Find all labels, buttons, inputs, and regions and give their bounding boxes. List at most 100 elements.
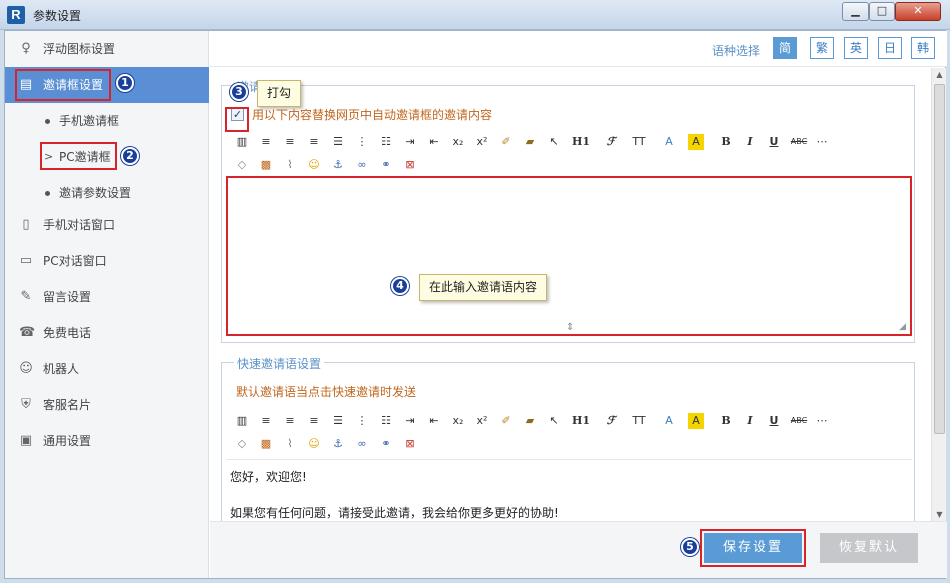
font-size-dropdown[interactable]: TT [626,134,652,150]
scrollbar-thumb[interactable] [934,84,945,434]
unlink-icon[interactable]: ⚭ [378,157,394,173]
scroll-down-icon[interactable]: ▼ [935,510,944,519]
image-icon[interactable]: ▩ [258,436,274,452]
font-color-dropdown[interactable]: A [656,413,682,429]
align-right-icon[interactable]: ≡ [306,134,322,150]
sidebar-item-message[interactable]: ✎ 留言设置 [5,279,209,315]
sidebar-item-general[interactable]: ▣ 通用设置 [5,423,209,459]
invite-text-editor[interactable]: ◢ ⇕ [226,176,912,336]
unlink-icon[interactable]: ⚭ [378,436,394,452]
drag-handle-icon[interactable]: ⇕ [566,322,574,333]
cursor-icon[interactable]: ↖ [546,134,562,150]
emoji-icon[interactable]: ☺ [306,157,322,173]
font-color-dropdown[interactable]: A [656,134,682,150]
fullscreen-icon[interactable]: ⊠ [402,157,418,173]
indent-icon[interactable]: ⇥ [402,134,418,150]
align-right-icon[interactable]: ≡ [306,413,322,429]
strikethrough-button[interactable]: ABC [786,134,812,150]
strikethrough-button[interactable]: ABC [786,413,812,429]
heading-dropdown[interactable]: H1 [568,413,594,429]
sidebar-item-floating-icon[interactable]: ♀ 浮动图标设置 [5,31,209,67]
section-legend: 快速邀请语设置 [234,355,325,372]
unordered-list-icon[interactable]: ☷ [378,413,394,429]
bold-button[interactable]: B [718,134,734,150]
horizontal-rule-icon[interactable]: ⋯ [814,413,830,429]
maximize-button[interactable]: □ [869,2,895,21]
cursor-icon[interactable]: ↖ [546,413,562,429]
vertical-scrollbar[interactable]: ▲ ▼ [931,68,946,521]
clear-format-icon[interactable]: ✐ [498,413,514,429]
source-icon[interactable]: ▥ [234,134,250,150]
horizontal-rule-icon[interactable]: ⋯ [814,134,830,150]
edit-icon: ✎ [20,289,32,304]
link-icon[interactable]: ∞ [354,157,370,173]
outdent-icon[interactable]: ⇤ [426,134,442,150]
attachment-icon[interactable]: ⌇ [282,436,298,452]
font-family-dropdown[interactable]: ℱ [598,134,624,150]
resize-grip-icon[interactable]: ◢ [899,322,906,332]
lang-korean-button[interactable]: 韩 [911,37,935,59]
lang-traditional-button[interactable]: 繁 [810,37,834,59]
align-center-icon[interactable]: ≡ [282,134,298,150]
sidebar-item-free-call[interactable]: ☎ 免费电话 [5,315,209,351]
replace-invite-option[interactable]: ✓ 用以下内容替换网页中自动邀请框的邀请内容 [230,107,492,123]
sidebar-sub-invite-params[interactable]: 邀请参数设置 [5,175,209,211]
emoji-icon[interactable]: ☺ [306,436,322,452]
lang-english-button[interactable]: 英 [844,37,868,59]
sidebar-item-robot[interactable]: ☺ 机器人 [5,351,209,387]
underline-button[interactable]: U [766,134,782,150]
ordered-list-icon[interactable]: ⋮ [354,413,370,429]
heading-dropdown[interactable]: H1 [568,134,594,150]
bold-button[interactable]: B [718,413,734,429]
outdent-icon[interactable]: ⇤ [426,413,442,429]
sidebar-item-service-card[interactable]: ⛨ 客服名片 [5,387,209,423]
italic-button[interactable]: I [742,413,758,429]
attachment-icon[interactable]: ⌇ [282,157,298,173]
font-size-dropdown[interactable]: TT [626,413,652,429]
highlight-color-dropdown[interactable]: A [688,134,704,150]
minimize-button[interactable]: ▁ [842,2,869,21]
editor-line: 您好，欢迎您! [230,470,307,484]
superscript-icon[interactable]: x² [474,134,490,150]
eraser-icon[interactable]: ◇ [234,157,250,173]
subscript-icon[interactable]: x₂ [450,134,466,150]
clear-format-icon[interactable]: ✐ [498,134,514,150]
italic-button[interactable]: I [742,134,758,150]
sidebar-sub-mobile-invite[interactable]: 手机邀请框 [5,103,209,139]
annotation-marker: 5 [681,538,699,556]
highlight-color-dropdown[interactable]: A [688,413,704,429]
sidebar: ♀ 浮动图标设置 ▤ 邀请框设置 手机邀请框 > PC邀请框 邀请参数设置 ▯ … [5,31,209,578]
subscript-icon[interactable]: x₂ [450,413,466,429]
close-button[interactable]: ✕ [895,2,941,21]
sidebar-item-mobile-chat[interactable]: ▯ 手机对话窗口 [5,207,209,243]
telephone-icon: ☎ [19,325,36,340]
indent-icon[interactable]: ⇥ [402,413,418,429]
lang-japanese-button[interactable]: 日 [878,37,902,59]
link-icon[interactable]: ∞ [354,436,370,452]
align-justify-icon[interactable]: ☰ [330,413,346,429]
scroll-up-icon[interactable]: ▲ [935,70,944,79]
sidebar-item-pc-chat[interactable]: ▭ PC对话窗口 [5,243,209,279]
anchor-icon[interactable]: ⚓ [330,157,346,173]
anchor-icon[interactable]: ⚓ [330,436,346,452]
font-family-dropdown[interactable]: ℱ [598,413,624,429]
format-painter-icon[interactable]: ▰ [522,413,538,429]
eraser-icon[interactable]: ◇ [234,436,250,452]
restore-defaults-button[interactable]: 恢复默认 [820,533,918,563]
minimize-icon: ▁ [851,4,860,17]
quick-invite-editor[interactable]: 您好，欢迎您! 如果您有任何问题，请接受此邀请，我会给你更多更好的协助! [226,459,912,521]
lang-simplified-button[interactable]: 简 [773,37,797,59]
underline-button[interactable]: U [766,413,782,429]
align-center-icon[interactable]: ≡ [282,413,298,429]
format-painter-icon[interactable]: ▰ [522,134,538,150]
unordered-list-icon[interactable]: ☷ [378,134,394,150]
image-icon[interactable]: ▩ [258,157,274,173]
annotation-box [40,142,117,170]
fullscreen-icon[interactable]: ⊠ [402,436,418,452]
ordered-list-icon[interactable]: ⋮ [354,134,370,150]
align-left-icon[interactable]: ≡ [258,413,274,429]
superscript-icon[interactable]: x² [474,413,490,429]
align-justify-icon[interactable]: ☰ [330,134,346,150]
align-left-icon[interactable]: ≡ [258,134,274,150]
source-icon[interactable]: ▥ [234,413,250,429]
